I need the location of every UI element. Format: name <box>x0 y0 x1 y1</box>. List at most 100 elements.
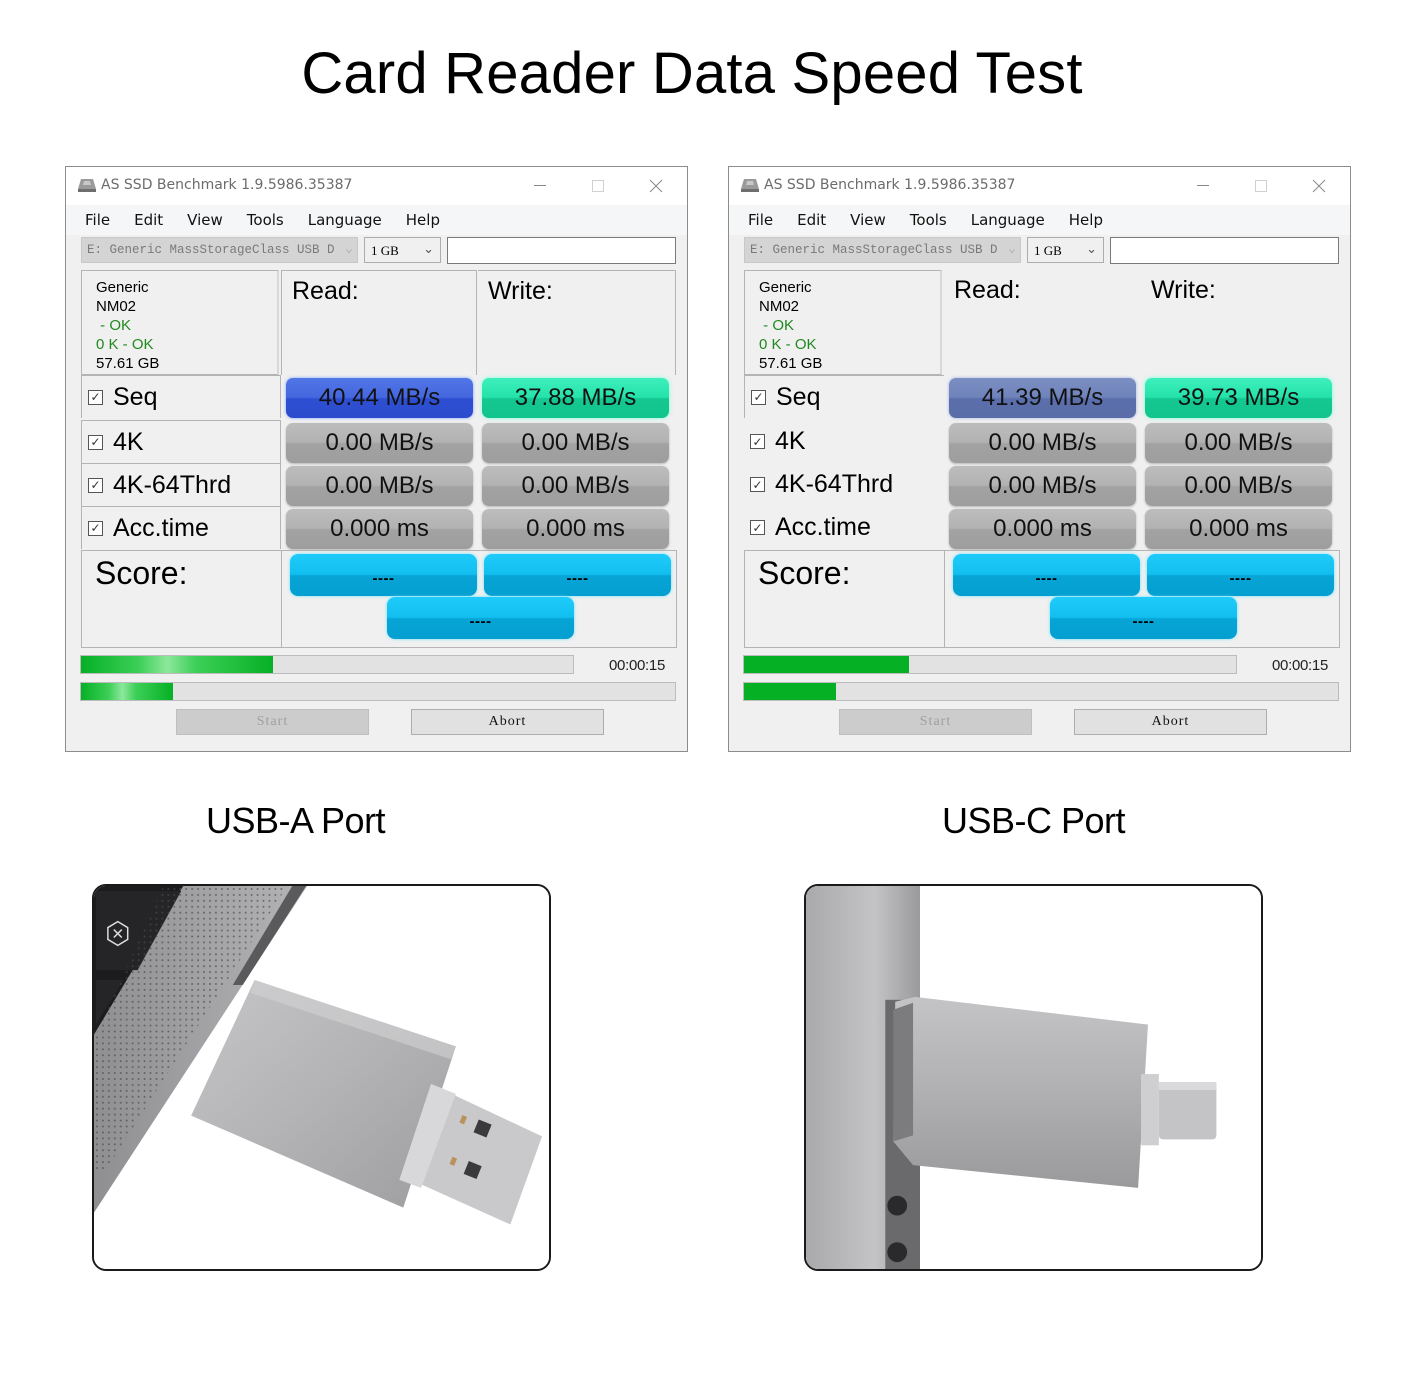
start-button[interactable]: Start <box>839 709 1032 735</box>
drive-select[interactable]: E: Generic MassStorageClass USB D ⌄ <box>81 237 358 263</box>
close-icon <box>1312 179 1326 193</box>
abort-button[interactable]: Abort <box>1074 709 1267 735</box>
toolbar: E: Generic MassStorageClass USB D ⌄ 1 GB… <box>81 237 676 265</box>
start-button[interactable]: Start <box>176 709 369 735</box>
total-progress-fill <box>81 656 273 673</box>
drive-vendor: Generic <box>759 279 812 296</box>
test-size-select[interactable]: 1 GB ⌄ <box>364 237 441 263</box>
read-column-header: Read: <box>281 270 477 375</box>
step-progress-fill <box>744 683 837 700</box>
minimize-button[interactable] <box>517 173 563 199</box>
drive-select-value: E: Generic MassStorageClass USB D <box>87 243 335 257</box>
menu-view[interactable]: View <box>850 211 886 229</box>
write-column-header: Write: <box>478 270 676 375</box>
title-bar[interactable]: AS SSD Benchmark 1.9.5986.35387 <box>729 167 1350 205</box>
acc-time-checkbox[interactable]: ✓ <box>88 520 103 536</box>
benchmark-window-usb-c: AS SSD Benchmark 1.9.5986.35387 File Edi… <box>728 166 1351 752</box>
4k-read-value: 0.00 MB/s <box>286 423 473 463</box>
acc-time-read-value: 0.000 ms <box>949 509 1136 549</box>
read-score: ---- <box>953 554 1140 596</box>
minimize-icon <box>534 185 546 186</box>
menu-tools[interactable]: Tools <box>247 211 284 229</box>
maximize-icon <box>592 180 604 192</box>
menu-edit[interactable]: Edit <box>797 211 826 229</box>
usb-c-photo <box>804 884 1263 1271</box>
step-progress-bar <box>80 682 676 701</box>
usb-a-reader-illustration <box>94 886 549 1269</box>
menu-bar: File Edit View Tools Language Help <box>66 205 687 235</box>
test-row-seq: ✓ Seq 40.44 MB/s 37.88 MB/s <box>81 375 677 418</box>
window-title: AS SSD Benchmark 1.9.5986.35387 <box>101 177 353 193</box>
drive-capacity: 57.61 GB <box>759 355 823 372</box>
acc-time-read-value: 0.000 ms <box>286 509 473 549</box>
4k-64thrd-checkbox[interactable]: ✓ <box>88 477 103 493</box>
4k-checkbox[interactable]: ✓ <box>88 434 103 450</box>
close-button[interactable] <box>1296 173 1342 199</box>
menu-file[interactable]: File <box>85 211 110 229</box>
test-label: Acc.time <box>113 513 209 542</box>
seq-read-value: 41.39 MB/s <box>949 378 1136 418</box>
acc-time-write-value: 0.000 ms <box>1145 509 1332 549</box>
chevron-down-icon: ⌄ <box>1086 241 1097 256</box>
maximize-button[interactable] <box>1238 173 1284 199</box>
score-label: Score: <box>745 551 945 647</box>
test-row-seq: ✓ Seq 41.39 MB/s 39.73 MB/s <box>744 375 1340 418</box>
menu-tools[interactable]: Tools <box>910 211 947 229</box>
menu-language[interactable]: Language <box>308 211 382 229</box>
usb-a-photo <box>92 884 551 1271</box>
menu-language[interactable]: Language <box>971 211 1045 229</box>
chevron-down-icon: ⌄ <box>1008 241 1016 256</box>
maximize-button[interactable] <box>575 173 621 199</box>
seq-checkbox[interactable]: ✓ <box>88 389 103 405</box>
drive-capacity: 57.61 GB <box>96 355 160 372</box>
menu-view[interactable]: View <box>187 211 223 229</box>
seq-write-value: 37.88 MB/s <box>482 378 669 418</box>
menu-help[interactable]: Help <box>406 211 440 229</box>
test-row-acc-time: ✓ Acc.time 0.000 ms 0.000 ms <box>744 506 1340 549</box>
page-title: Card Reader Data Speed Test <box>301 41 1083 106</box>
4k-checkbox[interactable]: ✓ <box>750 434 765 449</box>
drive-status-align: - OK <box>759 317 795 334</box>
menu-bar: File Edit View Tools Language Help <box>729 205 1350 235</box>
test-row-4k-64thrd: ✓ 4K-64Thrd 0.00 MB/s 0.00 MB/s <box>744 463 1340 506</box>
elapsed-time: 00:00:15 <box>609 657 665 674</box>
test-label: 4K-64Thrd <box>775 470 894 498</box>
4k-64thrd-checkbox[interactable]: ✓ <box>750 477 765 492</box>
title-bar[interactable]: AS SSD Benchmark 1.9.5986.35387 <box>66 167 687 205</box>
drive-model: NM02 <box>96 298 137 315</box>
drive-select[interactable]: E: Generic MassStorageClass USB D ⌄ <box>744 237 1021 263</box>
maximize-icon <box>1255 180 1267 192</box>
total-progress-bar <box>80 655 574 674</box>
4k-64thrd-read-value: 0.00 MB/s <box>949 466 1136 506</box>
test-size-select[interactable]: 1 GB ⌄ <box>1027 237 1104 263</box>
minimize-button[interactable] <box>1180 173 1226 199</box>
test-label: Acc.time <box>775 513 871 541</box>
acc-time-write-value: 0.000 ms <box>482 509 669 549</box>
test-label: 4K <box>113 427 144 456</box>
drive-status-offset: 0 K - OK <box>96 336 154 353</box>
acc-time-checkbox[interactable]: ✓ <box>750 520 765 535</box>
close-button[interactable] <box>633 173 679 199</box>
write-score: ---- <box>484 554 671 596</box>
result-text-field[interactable] <box>447 237 676 264</box>
read-score: ---- <box>290 554 477 596</box>
score-panel: Score: ---- ---- ---- <box>744 550 1340 648</box>
result-text-field[interactable] <box>1110 237 1339 264</box>
menu-help[interactable]: Help <box>1069 211 1103 229</box>
drive-app-icon <box>741 179 759 192</box>
menu-edit[interactable]: Edit <box>134 211 163 229</box>
seq-checkbox[interactable]: ✓ <box>751 389 766 405</box>
usb-a-caption: USB-A Port <box>206 800 386 841</box>
4k-read-value: 0.00 MB/s <box>949 423 1136 463</box>
menu-file[interactable]: File <box>748 211 773 229</box>
elapsed-time: 00:00:15 <box>1272 657 1328 674</box>
step-progress-bar <box>743 682 1339 701</box>
4k-64thrd-read-value: 0.00 MB/s <box>286 466 473 506</box>
total-progress-bar <box>743 655 1237 674</box>
abort-button[interactable]: Abort <box>411 709 604 735</box>
drive-status-align: - OK <box>96 317 132 334</box>
test-label: Seq <box>113 382 158 411</box>
test-label: 4K-64Thrd <box>113 470 232 499</box>
test-size-value: 1 GB <box>371 243 399 258</box>
4k-write-value: 0.00 MB/s <box>1145 423 1332 463</box>
